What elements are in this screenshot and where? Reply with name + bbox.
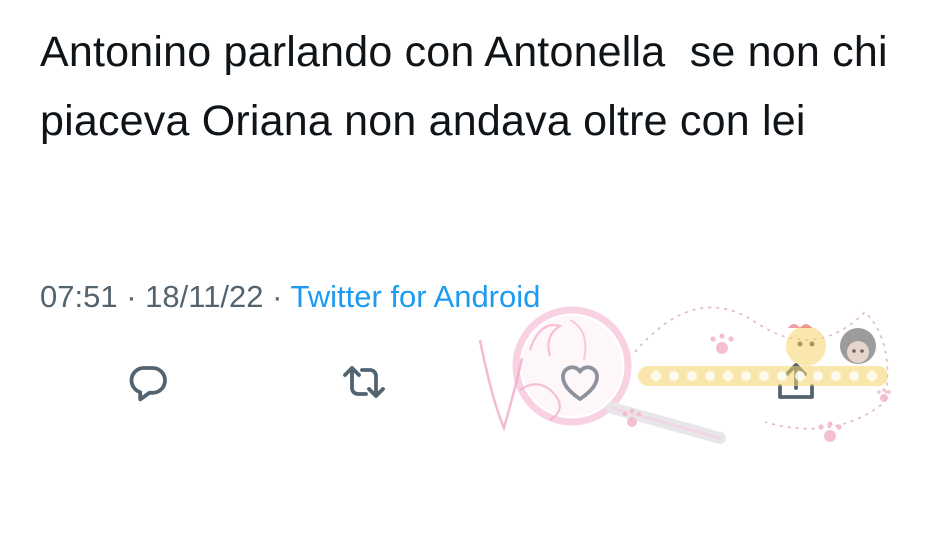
reply-icon bbox=[129, 366, 167, 402]
share-button[interactable] bbox=[766, 352, 826, 412]
like-button[interactable] bbox=[550, 352, 610, 412]
tweet-text: Antonino parlando con Antonella se non c… bbox=[40, 28, 900, 145]
tweet-date: 18/11/22 bbox=[145, 279, 264, 314]
meta-separator: · bbox=[272, 279, 283, 314]
share-icon bbox=[778, 363, 814, 399]
tweet-actions bbox=[0, 352, 946, 412]
tweet-source-link[interactable]: Twitter for Android bbox=[291, 279, 541, 314]
tweet-time: 07:51 bbox=[40, 279, 118, 314]
meta-separator: · bbox=[126, 279, 137, 314]
reply-button[interactable] bbox=[118, 352, 178, 412]
tweet-meta: 07:51 · 18/11/22 · Twitter for Android bbox=[40, 277, 540, 317]
heart-icon bbox=[561, 365, 599, 401]
retweet-icon bbox=[343, 366, 385, 398]
retweet-button[interactable] bbox=[334, 352, 394, 412]
